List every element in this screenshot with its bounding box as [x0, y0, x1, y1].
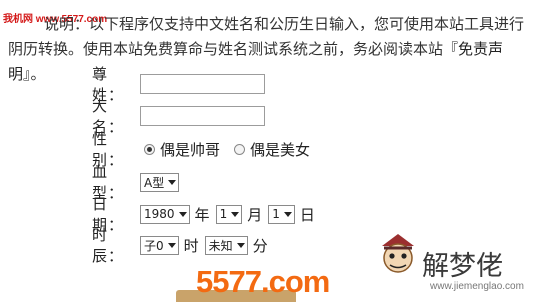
day-value: 1 — [272, 207, 280, 221]
minute-value: 未知 — [208, 238, 233, 253]
chevron-down-icon — [167, 242, 176, 248]
chevron-down-icon — [283, 211, 292, 217]
hour-unit: 时 — [183, 236, 199, 255]
hour-select[interactable]: 子0 — [140, 235, 179, 255]
surname-input[interactable] — [140, 74, 265, 94]
minute-select[interactable]: 未知 — [204, 235, 248, 255]
year-select[interactable]: 1980 — [140, 204, 190, 224]
blood-type-value: A型 — [144, 175, 165, 190]
watermark-url: www.jiemenglao.com — [430, 281, 524, 292]
year-unit: 年 — [194, 205, 210, 224]
time-label: 时 辰： — [92, 226, 125, 265]
time-row: 时 辰： 子0 时 未知 分 — [92, 226, 274, 265]
name-input[interactable] — [140, 106, 265, 126]
surname-row: 尊 姓： — [92, 65, 265, 104]
notice-text-after: 。 — [30, 65, 46, 83]
notice-text: 说明：以下程序仅支持中文姓名和公历生日输入，您可使用本站工具进行阴历转换。使用本… — [8, 12, 536, 87]
gender-row: 性 别： 偶是帅哥 偶是美女 — [92, 130, 320, 169]
year-value: 1980 — [144, 207, 175, 221]
mascot-logo-icon — [382, 234, 414, 273]
watermark-brand: 5577.com — [196, 264, 330, 299]
hour-value: 子0 — [144, 238, 164, 253]
gender-male-label[interactable]: 偶是帅哥 — [160, 139, 220, 160]
day-unit: 日 — [299, 205, 315, 224]
gender-female-label[interactable]: 偶是美女 — [250, 139, 310, 160]
minute-unit: 分 — [252, 236, 268, 255]
month-value: 1 — [219, 207, 228, 221]
blood-type-select[interactable]: A型 — [140, 172, 180, 192]
blood-row: 血 型： A型 — [92, 163, 184, 202]
gender-female-radio[interactable] — [234, 143, 246, 155]
chevron-down-icon — [231, 211, 240, 217]
chevron-down-icon — [168, 179, 177, 185]
month-select[interactable]: 1 — [215, 204, 243, 224]
chevron-down-icon — [178, 211, 187, 217]
chevron-down-icon — [236, 242, 245, 248]
name-row: 大 名： — [92, 97, 265, 136]
watermark-brand-2: 解梦佬 — [422, 251, 503, 282]
month-unit: 月 — [247, 205, 263, 224]
gender-male-radio[interactable] — [144, 143, 155, 155]
day-select[interactable]: 1 — [268, 204, 295, 224]
